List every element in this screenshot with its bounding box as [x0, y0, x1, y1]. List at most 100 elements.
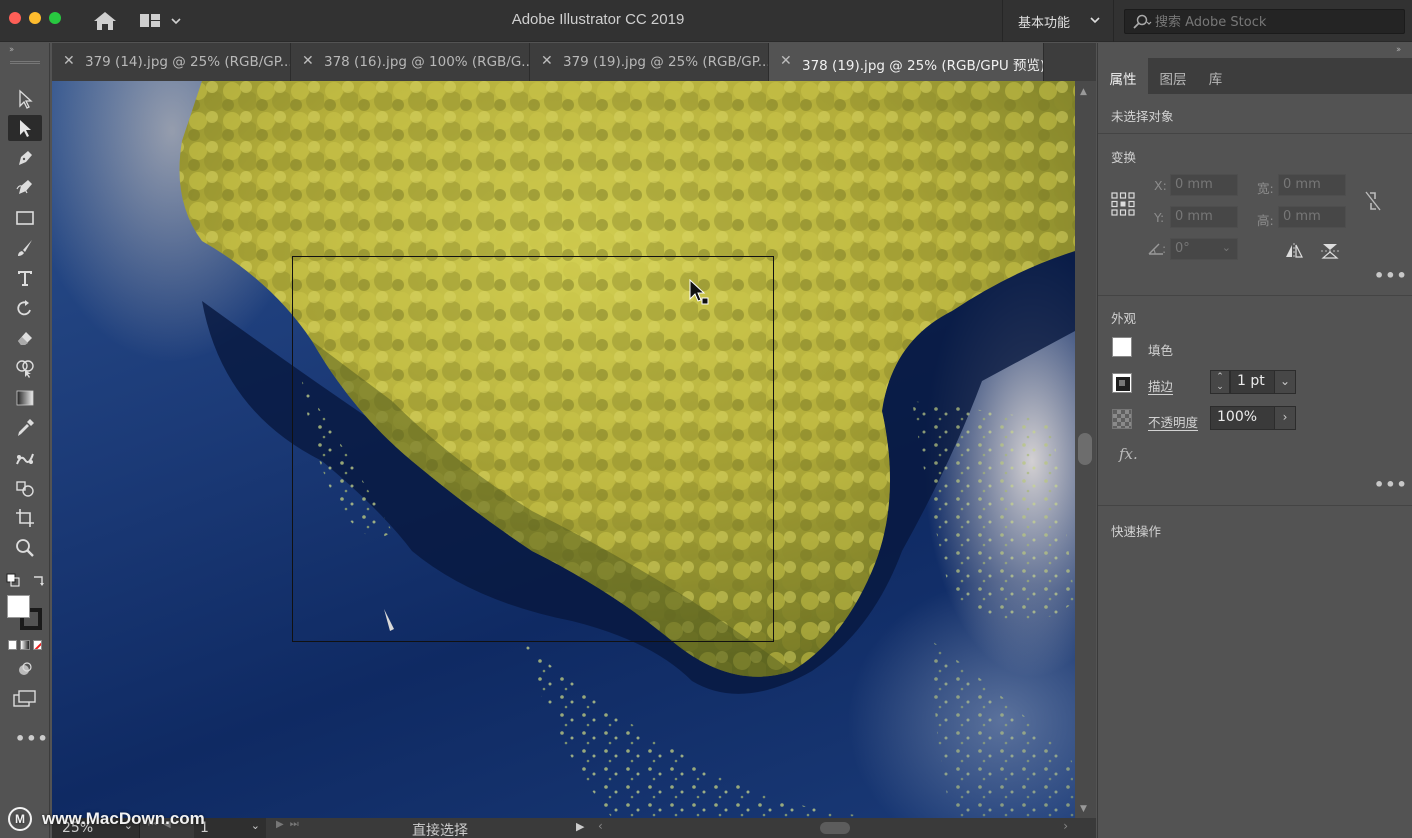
close-tab-icon[interactable]: ✕ — [302, 53, 314, 69]
width-label: 宽: — [1257, 181, 1274, 196]
tab-libraries[interactable]: 库 — [1193, 58, 1238, 94]
blend-tool-icon[interactable] — [8, 445, 42, 471]
opacity-field[interactable]: 100% — [1210, 406, 1276, 430]
document-tab[interactable]: ✕ 379 (19).jpg @ 25% (RGB/GP... — [530, 43, 769, 81]
flip-horizontal-icon[interactable] — [1284, 241, 1304, 261]
scroll-right-icon[interactable]: › — [1063, 819, 1068, 833]
swap-colors-icon[interactable] — [32, 572, 46, 591]
transform-heading: 变换 — [1111, 150, 1137, 165]
chevron-down-icon — [1090, 17, 1100, 24]
paintbrush-tool-icon[interactable] — [8, 235, 42, 261]
color-mode-buttons[interactable] — [8, 640, 42, 650]
divider — [1098, 295, 1412, 296]
shape-builder-tool-icon[interactable] — [8, 355, 42, 381]
scroll-left-icon[interactable]: ‹ — [598, 819, 603, 833]
y-label: Y: — [1154, 210, 1165, 225]
x-position-field[interactable]: 0 mm — [1170, 174, 1238, 196]
stock-search-box[interactable] — [1124, 9, 1405, 34]
opacity-label[interactable]: 不透明度 — [1148, 412, 1198, 431]
none-mode-icon[interactable] — [32, 640, 42, 650]
symbol-sprayer-tool-icon[interactable] — [8, 475, 42, 501]
appearance-more-options-icon[interactable]: ••• — [1374, 475, 1408, 494]
drawing-mode-icon[interactable] — [16, 661, 34, 681]
collapse-toolbar-icon[interactable]: ›› — [9, 45, 14, 55]
eyedropper-tool-icon[interactable] — [8, 415, 42, 441]
fill-stroke-swatch[interactable] — [7, 595, 43, 631]
macdown-logo-icon: M — [8, 807, 32, 831]
width-field[interactable]: 0 mm — [1278, 174, 1346, 196]
divider — [1098, 133, 1412, 134]
type-tool-icon[interactable] — [8, 265, 42, 291]
gradient-tool-icon[interactable] — [8, 385, 42, 411]
close-tab-icon[interactable]: ✕ — [780, 53, 792, 69]
artboard-canvas[interactable] — [52, 81, 1075, 818]
scroll-up-icon[interactable]: ▲ — [1080, 87, 1087, 97]
selection-tool-icon[interactable] — [8, 86, 42, 112]
artboard-tool-icon[interactable] — [8, 505, 42, 531]
selection-status: 未选择对象 — [1111, 109, 1174, 124]
y-position-field[interactable]: 0 mm — [1170, 206, 1238, 228]
fill-swatch[interactable] — [1112, 337, 1132, 357]
close-tab-icon[interactable]: ✕ — [63, 53, 75, 69]
opacity-expand-button[interactable]: › — [1274, 406, 1296, 430]
panel-tab-bar: 属性 图层 库 — [1098, 58, 1412, 94]
direct-selection-tool-icon[interactable] — [8, 115, 42, 141]
scroll-down-icon[interactable]: ▼ — [1080, 804, 1087, 814]
document-tab[interactable]: ✕ 379 (14).jpg @ 25% (RGB/GP... — [52, 43, 291, 81]
x-label: X: — [1154, 178, 1167, 193]
rectangle-tool-icon[interactable] — [8, 205, 42, 231]
collapse-panel-icon[interactable]: ›› — [1396, 45, 1401, 55]
quick-actions-heading: 快速操作 — [1111, 524, 1162, 539]
gradient-mode-icon[interactable] — [20, 640, 30, 650]
color-mode-icon[interactable] — [8, 640, 18, 650]
eraser-tool-icon[interactable] — [8, 325, 42, 351]
document-tab-label: 379 (14).jpg @ 25% (RGB/GP... — [85, 54, 291, 70]
rotate-tool-icon[interactable] — [8, 295, 42, 321]
status-menu-arrow-icon[interactable]: ▶ — [576, 820, 584, 833]
stroke-weight-field[interactable]: 1 pt — [1230, 370, 1276, 394]
stroke-label[interactable]: 描边 — [1148, 376, 1173, 395]
stroke-swatch[interactable] — [1112, 373, 1132, 393]
transform-more-options-icon[interactable]: ••• — [1374, 266, 1408, 285]
tools-panel: ›› ••• — [0, 43, 50, 838]
canvas-horizontal-scrollbar[interactable]: ‹ › — [592, 819, 1072, 835]
opacity-swatch — [1112, 409, 1132, 429]
curvature-tool-icon[interactable] — [8, 174, 42, 200]
fill-label: 填色 — [1148, 343, 1174, 358]
constrain-proportions-icon[interactable] — [1363, 191, 1383, 211]
artboard-next-last-icons[interactable]: ▶⏭ — [276, 819, 305, 830]
edit-toolbar-more-icon[interactable]: ••• — [15, 729, 49, 748]
stroke-weight-dropdown[interactable]: ⌄ — [1274, 370, 1296, 394]
reference-point-icon[interactable] — [1110, 191, 1136, 217]
angle-colon: : — [1162, 241, 1167, 256]
stroke-weight-stepper[interactable]: ⌃ ⌄ — [1210, 370, 1230, 394]
rotate-angle-value: 0° — [1175, 241, 1190, 256]
tab-properties[interactable]: 属性 — [1098, 58, 1148, 94]
watermark-logo: M www.MacDown.com — [8, 806, 205, 832]
tab-layers[interactable]: 图层 — [1148, 58, 1198, 94]
zoom-tool-icon[interactable] — [8, 535, 42, 561]
scrollbar-thumb[interactable] — [820, 822, 850, 834]
effects-fx-icon[interactable]: fx. — [1119, 445, 1138, 463]
fill-color-swatch[interactable] — [7, 595, 30, 618]
screen-mode-icon[interactable] — [13, 690, 37, 712]
scrollbar-thumb[interactable] — [1078, 433, 1092, 465]
canvas-vertical-scrollbar[interactable]: ▲ ▼ — [1075, 81, 1096, 818]
document-tab-label: 378 (19).jpg @ 25% (RGB/GPU 预览) — [802, 58, 1044, 74]
height-field[interactable]: 0 mm — [1278, 206, 1346, 228]
title-bar: Adobe Illustrator CC 2019 基本功能 — [0, 0, 1412, 42]
stock-search-input[interactable] — [1155, 13, 1395, 31]
rotate-angle-field[interactable]: 0° ⌄ — [1170, 238, 1238, 260]
document-tab[interactable]: ✕ 378 (16).jpg @ 100% (RGB/G... — [291, 43, 530, 81]
toolbar-grip[interactable] — [10, 61, 40, 64]
close-tab-icon[interactable]: ✕ — [541, 53, 553, 69]
pen-tool-icon[interactable] — [8, 145, 42, 171]
workspace-switcher[interactable]: 基本功能 — [1002, 0, 1114, 42]
flip-vertical-icon[interactable] — [1320, 241, 1340, 261]
appearance-heading: 外观 — [1111, 311, 1137, 326]
divider — [1098, 505, 1412, 506]
document-tab-active[interactable]: ✕ 378 (19).jpg @ 25% (RGB/GPU 预览) — [769, 43, 1044, 81]
default-colors-icon[interactable] — [6, 572, 20, 591]
properties-panel: ›› 属性 图层 库 未选择对象 变换 X: 0 mm Y: 0 mm 宽: 0… — [1097, 43, 1412, 838]
watermark-text: www.MacDown.com — [42, 809, 205, 828]
